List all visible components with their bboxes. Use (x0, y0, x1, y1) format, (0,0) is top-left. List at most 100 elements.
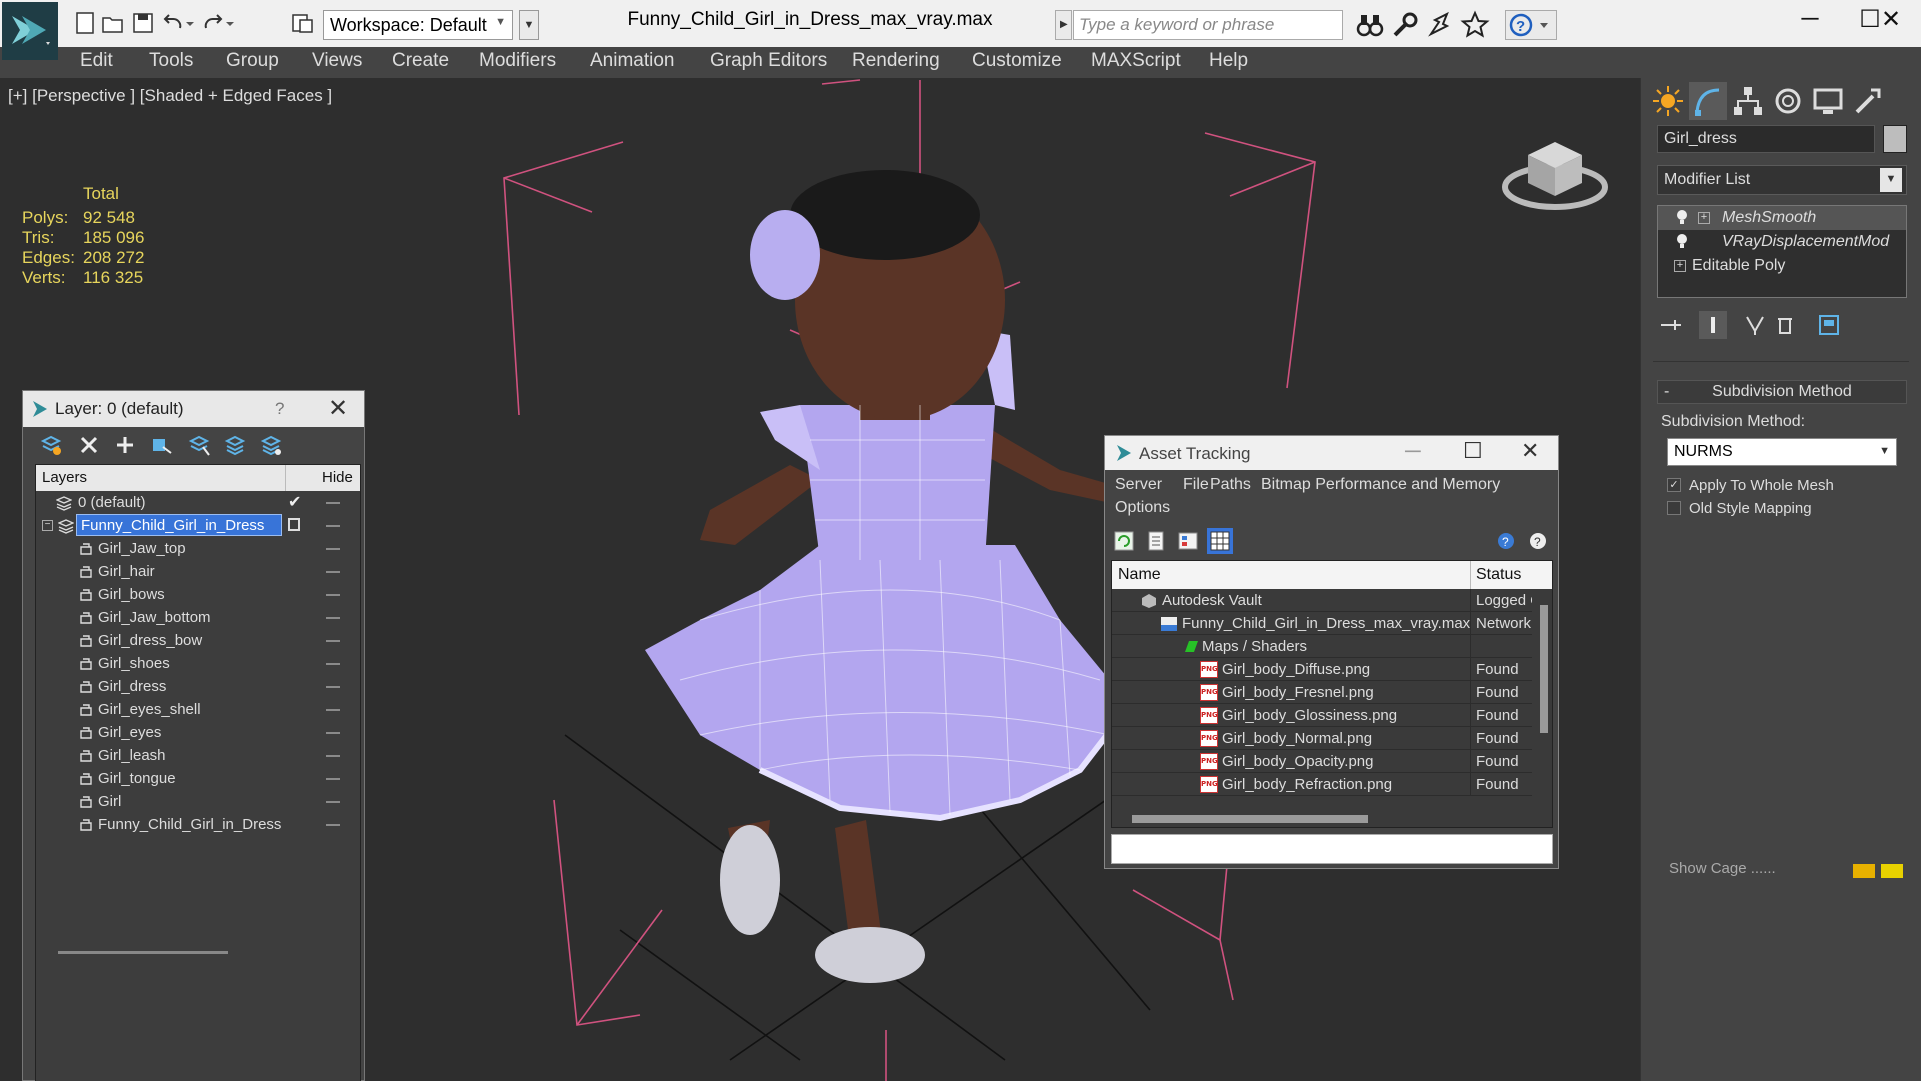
display-tab-icon[interactable] (1809, 82, 1847, 120)
hide-toggle[interactable] (326, 824, 340, 826)
hide-toggle[interactable] (326, 571, 340, 573)
collapse-minus-icon[interactable]: − (42, 520, 53, 531)
help-button[interactable]: ? (1505, 10, 1557, 40)
menu-bitmap-performance[interactable]: Bitmap Performance and Memory (1261, 476, 1500, 494)
make-unique-icon[interactable] (1741, 311, 1769, 339)
hide-toggle[interactable] (326, 778, 340, 780)
workspace-select[interactable]: Workspace: Default ▼ (323, 10, 513, 40)
layer-properties-icon[interactable] (259, 433, 283, 457)
expand-plus-icon[interactable]: + (1698, 212, 1710, 224)
cage-color-swatch[interactable] (1853, 864, 1875, 878)
list-view-icon[interactable] (1143, 528, 1169, 554)
layer-object-row[interactable]: Funny_Child_Girl_in_Dress (36, 813, 360, 836)
subdivision-method-select[interactable]: NURMS ▼ (1667, 438, 1897, 466)
menu-group[interactable]: Group (226, 50, 279, 72)
menu-tools[interactable]: Tools (149, 50, 193, 72)
configure-modifier-sets-icon[interactable] (1815, 311, 1843, 339)
layer-explorer-titlebar[interactable]: Layer: 0 (default) ? ✕ (23, 391, 364, 427)
vault-help-icon[interactable]: ? (1493, 528, 1519, 554)
asset-row-maps-shaders[interactable]: Maps / Shaders (1112, 635, 1532, 658)
stack-item-editable-poly[interactable]: + Editable Poly (1658, 254, 1906, 278)
show-end-result-icon[interactable] (1699, 311, 1727, 339)
column-header-status[interactable]: Status (1476, 566, 1521, 584)
menu-modifiers[interactable]: Modifiers (479, 50, 556, 72)
old-style-mapping-checkbox[interactable]: Old Style Mapping (1667, 499, 1907, 521)
motion-tab-icon[interactable] (1769, 82, 1807, 120)
create-layer-icon[interactable] (39, 433, 63, 457)
layer-object-row[interactable]: Girl_Jaw_bottom (36, 606, 360, 629)
hide-toggle[interactable] (326, 732, 340, 734)
modify-tab-icon[interactable] (1689, 82, 1727, 120)
open-file-icon[interactable] (100, 10, 126, 36)
hide-toggle[interactable] (326, 594, 340, 596)
app-menu-button[interactable] (2, 2, 58, 60)
asset-row-vault[interactable]: Autodesk Vault Logged O (1112, 589, 1532, 612)
help-icon[interactable]: ? (1525, 528, 1551, 554)
modifier-list-dropdown[interactable]: Modifier List ▼ (1657, 165, 1907, 195)
cage-selection-color-swatch[interactable] (1881, 864, 1903, 878)
asset-row-bitmap[interactable]: PNG Girl_body_Normal.png Found (1112, 727, 1532, 750)
column-header-layers[interactable]: Layers (42, 469, 87, 486)
menu-server[interactable]: Server (1115, 476, 1162, 494)
asset-row-bitmap[interactable]: PNG Girl_body_Diffuse.png Found (1112, 658, 1532, 681)
menu-views[interactable]: Views (312, 50, 362, 72)
layer-object-row[interactable]: Girl_bows (36, 583, 360, 606)
rollout-subdivision-method[interactable]: - Subdivision Method (1657, 380, 1907, 404)
asset-row-max-file[interactable]: Funny_Child_Girl_in_Dress_max_vray.max N… (1112, 612, 1532, 635)
set-current-layer-icon[interactable] (223, 433, 247, 457)
menu-edit[interactable]: Edit (80, 50, 113, 72)
delete-layer-icon[interactable] (77, 433, 101, 457)
apply-whole-mesh-checkbox[interactable]: ✓ Apply To Whole Mesh (1667, 476, 1907, 498)
menu-options[interactable]: Options (1115, 499, 1170, 517)
hide-toggle[interactable] (326, 663, 340, 665)
current-layer-check-icon[interactable]: ✔ (288, 492, 301, 512)
checkbox-checked-icon[interactable]: ✓ (1667, 478, 1681, 492)
help-button[interactable]: ? (275, 399, 284, 419)
select-objects-in-layer-icon[interactable] (149, 433, 173, 457)
new-file-icon[interactable] (72, 10, 98, 36)
workspace-overflow-button[interactable]: ▼ (519, 10, 539, 40)
close-button[interactable]: ✕ (1521, 438, 1539, 464)
undo-icon[interactable] (160, 10, 186, 36)
search-expand-button[interactable]: ▶ (1055, 10, 1072, 40)
column-header-name[interactable]: Name (1118, 566, 1161, 584)
search-input[interactable] (1073, 10, 1343, 40)
scrollbar-thumb[interactable] (1132, 815, 1368, 823)
favorites-star-icon[interactable] (1460, 10, 1490, 40)
stack-item-meshsmooth[interactable]: + MeshSmooth (1658, 206, 1906, 230)
minimize-button[interactable]: ─ (1405, 438, 1421, 464)
column-header-hide[interactable]: Hide (322, 469, 353, 486)
layer-object-row[interactable]: Girl_Jaw_top (36, 537, 360, 560)
checkbox-unchecked-icon[interactable] (1667, 501, 1681, 515)
object-name-field[interactable]: Girl_dress (1657, 125, 1875, 153)
lightbulb-icon[interactable] (1676, 233, 1688, 249)
hide-toggle[interactable] (326, 755, 340, 757)
redo-icon[interactable] (200, 10, 226, 36)
vertical-scrollbar[interactable] (1536, 589, 1552, 827)
layer-row-selected[interactable]: − Funny_Child_Girl_in_Dress (36, 514, 360, 537)
binoculars-icon[interactable] (1355, 10, 1385, 40)
project-folder-icon[interactable] (290, 10, 316, 36)
hide-toggle[interactable] (326, 709, 340, 711)
menu-customize[interactable]: Customize (972, 50, 1062, 72)
hide-toggle[interactable] (326, 502, 340, 504)
undo-dropdown-icon[interactable] (184, 10, 196, 36)
refresh-icon[interactable] (1111, 528, 1137, 554)
layer-object-row[interactable]: Girl_dress_bow (36, 629, 360, 652)
object-color-swatch[interactable] (1883, 125, 1907, 153)
close-button[interactable]: ✕ (328, 394, 348, 423)
hide-toggle[interactable] (326, 525, 340, 527)
hierarchy-tab-icon[interactable] (1729, 82, 1767, 120)
key-tools-icon[interactable] (1390, 10, 1420, 40)
close-button[interactable]: ✕ (1861, 5, 1921, 41)
asset-row-bitmap[interactable]: PNG Girl_body_Refraction.png Found (1112, 773, 1532, 796)
asset-row-bitmap[interactable]: PNG Girl_body_Fresnel.png Found (1112, 681, 1532, 704)
hide-toggle[interactable] (326, 801, 340, 803)
layer-object-row[interactable]: Girl (36, 790, 360, 813)
hide-toggle[interactable] (326, 640, 340, 642)
layer-object-row[interactable]: Girl_hair (36, 560, 360, 583)
minimize-button[interactable]: ─ (1780, 5, 1840, 41)
expand-plus-icon[interactable]: + (1674, 260, 1686, 272)
menu-graph-editors[interactable]: Graph Editors (710, 50, 827, 72)
table-view-icon[interactable] (1207, 528, 1233, 554)
